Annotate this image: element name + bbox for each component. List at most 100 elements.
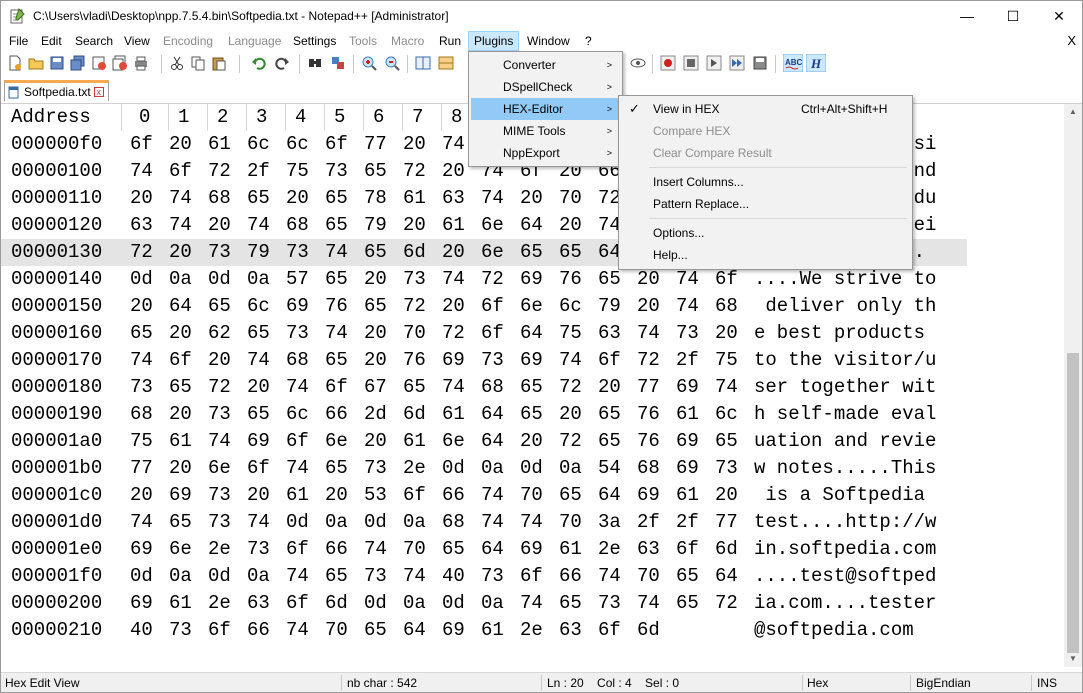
save-macro-icon[interactable] — [752, 55, 768, 71]
hex-byte[interactable]: 64 — [481, 536, 504, 563]
hex-byte[interactable]: 61 — [442, 401, 465, 428]
ascii-dump[interactable]: deliver only th — [754, 293, 936, 320]
hex-byte[interactable]: 64 — [481, 401, 504, 428]
hex-byte[interactable]: 0d — [364, 509, 387, 536]
save-icon[interactable] — [49, 55, 65, 71]
hex-byte[interactable]: 73 — [676, 320, 699, 347]
hex-byte[interactable]: 2f — [637, 509, 660, 536]
stop-macro-icon[interactable] — [683, 55, 699, 71]
hex-byte[interactable]: 40 — [442, 563, 465, 590]
menu-view[interactable]: View — [119, 32, 155, 51]
hex-byte[interactable]: 20 — [442, 158, 465, 185]
hex-byte[interactable]: 20 — [169, 320, 192, 347]
hex-byte[interactable]: 20 — [598, 374, 621, 401]
submenu-help[interactable]: Help... — [621, 244, 910, 266]
hex-byte[interactable]: 6f — [325, 374, 348, 401]
hex-byte[interactable]: 74 — [715, 374, 738, 401]
menu-help[interactable]: ? — [580, 32, 597, 51]
hex-byte[interactable]: 73 — [208, 482, 231, 509]
record-macro-icon[interactable] — [660, 55, 676, 71]
hex-byte[interactable]: 6f — [598, 347, 621, 374]
submenu-compare-hex[interactable]: Compare HEX — [621, 120, 910, 142]
hex-byte[interactable]: 20 — [325, 482, 348, 509]
hex-byte[interactable]: 0d — [130, 266, 153, 293]
hex-byte[interactable]: 77 — [637, 374, 660, 401]
sync-horizontal-icon[interactable] — [438, 55, 454, 71]
hex-byte[interactable]: 76 — [559, 266, 582, 293]
hex-byte[interactable]: 0d — [520, 455, 543, 482]
hex-byte[interactable]: 0a — [169, 266, 192, 293]
hex-byte[interactable]: 65 — [169, 374, 192, 401]
hex-byte[interactable]: 72 — [403, 293, 426, 320]
hex-byte[interactable]: 65 — [559, 482, 582, 509]
menu-macro[interactable]: Macro — [386, 32, 429, 51]
hex-byte[interactable]: 72 — [442, 320, 465, 347]
hex-byte[interactable]: 63 — [247, 590, 270, 617]
hex-byte[interactable]: 65 — [325, 347, 348, 374]
hex-byte[interactable]: 72 — [715, 590, 738, 617]
hex-byte[interactable]: 20 — [364, 266, 387, 293]
hex-row[interactable]: 00000210 40 73 6f 66 74 70 65 64 69 61 2e 63 6f 6d @sof… — [1, 617, 1064, 644]
hex-byte[interactable]: 61 — [286, 482, 309, 509]
hex-byte[interactable]: 69 — [442, 347, 465, 374]
scrollbar-thumb[interactable] — [1067, 353, 1079, 653]
hex-byte[interactable]: 73 — [208, 401, 231, 428]
submenu-insert-columns[interactable]: Insert Columns... — [621, 171, 910, 193]
hex-byte[interactable]: 74 — [130, 158, 153, 185]
hex-byte[interactable]: 6c — [715, 401, 738, 428]
new-file-icon[interactable] — [7, 55, 23, 71]
hex-byte[interactable]: 0a — [481, 455, 504, 482]
hex-byte[interactable]: 73 — [208, 239, 231, 266]
hex-byte[interactable]: 65 — [325, 563, 348, 590]
open-file-icon[interactable] — [28, 55, 44, 71]
hex-row[interactable]: 00000160 65 20 62 65 73 74 20 70 72 6f 64 75 63 74 73 20… — [1, 320, 1064, 347]
hex-byte[interactable]: 68 — [130, 401, 153, 428]
hex-byte[interactable]: 74 — [286, 455, 309, 482]
hex-byte[interactable]: 65 — [715, 428, 738, 455]
copy-icon[interactable] — [190, 55, 206, 71]
hex-byte[interactable]: 6d — [637, 617, 660, 644]
hex-row[interactable]: 000001b0 77 20 6e 6f 74 65 73 2e 0d 0a 0d 0a 54 68 69 73… — [1, 455, 1064, 482]
ascii-dump[interactable]: test....http://w — [754, 509, 936, 536]
hex-byte[interactable]: 65 — [208, 293, 231, 320]
hex-byte[interactable]: 6f — [481, 320, 504, 347]
hex-byte[interactable]: 6f — [169, 158, 192, 185]
hex-byte[interactable]: 0d — [286, 509, 309, 536]
hex-byte[interactable]: 72 — [559, 428, 582, 455]
hex-byte[interactable]: 6c — [286, 401, 309, 428]
hex-byte[interactable]: 0a — [247, 266, 270, 293]
hex-row[interactable]: 00000140 0d 0a 0d 0a 57 65 20 73 74 72 69 76 65 20 74 6f… — [1, 266, 1064, 293]
hex-byte[interactable]: 74 — [286, 617, 309, 644]
hex-byte[interactable]: 74 — [286, 563, 309, 590]
hex-byte[interactable]: 6c — [247, 131, 270, 158]
hex-byte[interactable]: 68 — [637, 455, 660, 482]
hex-byte[interactable]: 65 — [598, 428, 621, 455]
plugins-menu-mime-tools[interactable]: MIME Tools > — [471, 120, 620, 142]
hex-byte[interactable]: 70 — [559, 185, 582, 212]
hex-byte[interactable]: 63 — [442, 185, 465, 212]
hex-byte[interactable]: 78 — [364, 185, 387, 212]
hex-byte[interactable]: 73 — [481, 563, 504, 590]
hex-byte[interactable]: 64 — [169, 293, 192, 320]
hex-byte[interactable]: 75 — [130, 428, 153, 455]
hex-byte[interactable]: 0a — [403, 509, 426, 536]
hex-byte[interactable]: 74 — [637, 590, 660, 617]
hex-byte[interactable]: 73 — [208, 509, 231, 536]
hex-byte[interactable]: 2e — [403, 455, 426, 482]
hex-row[interactable]: 000001d0 74 65 73 74 0d 0a 0d 0a 68 74 74 70 3a 2f 2f 77… — [1, 509, 1064, 536]
hex-byte[interactable]: 6e — [481, 239, 504, 266]
hex-byte[interactable]: 64 — [715, 563, 738, 590]
hex-byte[interactable]: 66 — [559, 563, 582, 590]
hex-byte[interactable]: 69 — [676, 428, 699, 455]
hex-row[interactable]: 00000170 74 6f 20 74 68 65 20 76 69 73 69 74 6f 72 2f 75… — [1, 347, 1064, 374]
hex-byte[interactable]: 20 — [559, 401, 582, 428]
hex-byte[interactable]: 66 — [325, 401, 348, 428]
hex-byte[interactable]: 64 — [520, 212, 543, 239]
ascii-dump[interactable]: to the visitor/u — [754, 347, 936, 374]
hex-byte[interactable]: 64 — [520, 320, 543, 347]
document-map-icon[interactable] — [630, 55, 646, 71]
hex-byte[interactable]: 20 — [520, 185, 543, 212]
hex-byte[interactable]: 73 — [286, 239, 309, 266]
hex-byte[interactable]: 72 — [208, 374, 231, 401]
find-icon[interactable] — [307, 55, 323, 71]
